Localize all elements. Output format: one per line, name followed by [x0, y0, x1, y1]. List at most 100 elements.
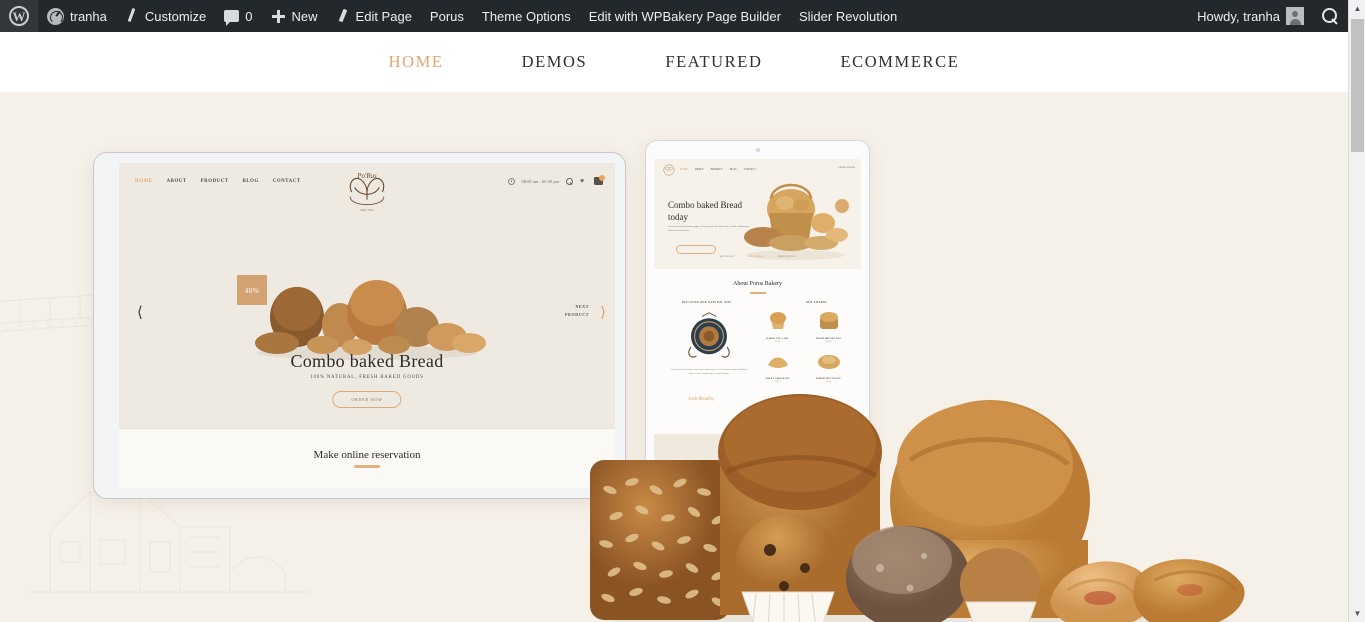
my-account-menu[interactable]: Howdy, tranha	[1188, 0, 1313, 32]
mockup-nav-about[interactable]: ABOUT	[167, 179, 187, 184]
mockup2-nav-blog[interactable]: BLOG	[730, 168, 737, 171]
bread-loaf-icon	[819, 312, 838, 329]
slider-next-label: NEXT PRODUCT	[565, 303, 589, 319]
next-label-line2: PRODUCT	[565, 312, 589, 317]
shopping-bag-icon[interactable]	[594, 175, 605, 185]
mockup-nav-blog[interactable]: BLOG	[243, 179, 259, 184]
customize-menu[interactable]: Customize	[116, 0, 215, 32]
scroll-up-arrow-icon[interactable]: ▲	[1349, 0, 1365, 17]
scroll-down-arrow-icon[interactable]: ▼	[1349, 605, 1365, 622]
discount-badge: 40%	[237, 275, 267, 305]
bread-assortment-image	[255, 280, 486, 360]
mockup-nav-contact[interactable]: CONTACT	[273, 179, 301, 184]
page-scrollbar[interactable]: ▲ ▼	[1348, 0, 1365, 622]
product-card[interactable]: BAKED CUP CAKE $12.00	[755, 309, 800, 343]
mockup2-order-online-link[interactable]: ORDER ONLINE	[838, 167, 855, 169]
camera-dot-icon	[755, 148, 760, 152]
scrollbar-thumb[interactable]	[1351, 19, 1364, 152]
seeded-loaf	[590, 460, 730, 620]
nav-item-featured[interactable]: FEATURED	[626, 52, 801, 72]
porus-pretzel-logo-icon: Po'Rus Since 1951	[349, 173, 385, 212]
nav-item-demos[interactable]: DEMOS	[483, 52, 627, 72]
mockup2-right-column-heading: OUR AWARDS	[805, 301, 827, 304]
hero-bread-assortment-photo	[590, 394, 1245, 622]
mockup2-tab-new-arrival[interactable]: NEW ARRIVAL	[748, 256, 764, 258]
avatar-image	[1286, 7, 1304, 25]
svg-text:Po'Rus: Po'Rus	[356, 173, 377, 180]
pencil-icon	[336, 8, 350, 24]
porus-label: Porus	[429, 8, 464, 24]
edit-page-label: Edit Page	[355, 8, 412, 24]
nav-item-ecommerce[interactable]: ECOMMERCE	[801, 52, 998, 72]
cupcake-icon	[769, 312, 786, 329]
mockup2-discount-badge	[835, 199, 849, 213]
page-content: HOME ABOUT PRODUCT BLOG CONTACT Po'Rus S…	[0, 92, 1348, 622]
wpbakery-label: Edit with WPBakery Page Builder	[588, 8, 781, 24]
mockup2-nav-contact[interactable]: CONTACT	[744, 168, 756, 171]
clock-icon	[507, 177, 515, 185]
site-name-menu[interactable]: tranha	[38, 0, 116, 32]
site-header: HOME DEMOS FEATURED ECOMMERCE	[0, 32, 1348, 92]
mockup-nav-home[interactable]: HOME	[135, 179, 153, 184]
mockup-nav-product[interactable]: PRODUCT	[201, 179, 229, 184]
customize-label: Customize	[144, 8, 207, 24]
mockup-reservation-section: Make online reservation	[119, 428, 615, 488]
pastry-group-right	[1050, 559, 1245, 622]
wpbakery-menu[interactable]: Edit with WPBakery Page Builder	[580, 0, 790, 32]
porus-logo-icon-secondary	[663, 164, 675, 176]
search-icon[interactable]	[566, 177, 573, 185]
theme-options-menu[interactable]: Theme Options	[473, 0, 580, 32]
mockup2-order-now-button[interactable]	[676, 245, 716, 254]
nav-item-home[interactable]: HOME	[350, 52, 483, 72]
ornament-divider	[354, 465, 380, 468]
mockup-reservation-title: Make online reservation	[313, 449, 421, 461]
mockup2-nav-about[interactable]: ABOUT	[695, 168, 704, 171]
mockup-hero-subtitle: 100% NATURAL, FRESH BAKED GOODS	[310, 375, 424, 380]
paintbrush-icon	[125, 8, 139, 24]
mockup2-navigation: HOME ABOUT PRODUCT BLOG CONTACT	[680, 168, 756, 171]
dashboard-gauge-icon	[47, 7, 64, 25]
tablet-screen: HOME ABOUT PRODUCT BLOG CONTACT Po'Rus S…	[119, 163, 615, 488]
porus-menu[interactable]: Porus	[421, 0, 473, 32]
theme-options-label: Theme Options	[481, 8, 571, 24]
svg-text:Since 1951: Since 1951	[360, 208, 374, 212]
site-name-label: tranha	[70, 8, 107, 24]
mockup-navigation: HOME ABOUT PRODUCT BLOG CONTACT	[135, 179, 301, 184]
small-muffin	[960, 548, 1040, 622]
main-navigation: HOME DEMOS FEATURED ECOMMERCE	[350, 52, 999, 72]
product-card[interactable]: FRESH BREAD LOAF $18.00	[806, 309, 851, 343]
mockup2-tabs: BEST SELLER NEW ARRIVAL MOST POPULAR	[720, 256, 796, 258]
mockup-header-utilities: 08:00 am - 06:30 pm ♥	[507, 175, 605, 185]
heart-icon[interactable]: ♥	[580, 177, 587, 185]
slider-prev-arrow[interactable]: ⟨	[137, 303, 143, 321]
mockup-hero-title: Combo baked Bread	[290, 351, 444, 371]
admin-search-button[interactable]	[1313, 0, 1348, 32]
slider-next-arrow[interactable]: ⟩	[600, 303, 606, 321]
new-content-menu[interactable]: New	[262, 0, 327, 32]
mockup2-nav-home[interactable]: HOME	[680, 168, 688, 171]
comments-menu[interactable]: 0	[215, 0, 261, 32]
mockup2-ornament-divider	[749, 292, 766, 294]
bread-basket-image	[744, 183, 848, 260]
mockup2-tab-best-seller[interactable]: BEST SELLER	[720, 256, 735, 258]
slider-revolution-menu[interactable]: Slider Revolution	[790, 0, 906, 32]
next-label-line1: NEXT	[575, 304, 589, 309]
admin-bar-right: Howdy, tranha	[1188, 0, 1348, 32]
raisin-muffin	[736, 514, 840, 622]
tablet-device-mockup: HOME ABOUT PRODUCT BLOG CONTACT Po'Rus S…	[93, 152, 626, 499]
mockup2-order-online-label: ORDER ONLINE	[838, 167, 855, 169]
edit-page-menu[interactable]: Edit Page	[327, 0, 421, 32]
mockup2-left-column-heading: DISCOVER OUR NATURAL WAY	[682, 301, 732, 304]
plus-icon	[271, 9, 286, 24]
comment-count-label: 0	[245, 8, 253, 24]
discount-badge-label: 40%	[244, 285, 260, 295]
mockup-order-now-button[interactable]: ORDER NOW	[332, 391, 402, 408]
wordpress-logo-icon: W	[9, 6, 29, 26]
slider-revolution-label: Slider Revolution	[798, 8, 898, 24]
howdy-label: Howdy, tranha	[1197, 8, 1280, 24]
wp-logo-menu[interactable]: W	[0, 0, 38, 32]
mockup2-section-title: About Porus Bakery	[733, 281, 782, 287]
avatar	[1286, 7, 1304, 25]
mockup2-nav-product[interactable]: PRODUCT	[711, 168, 723, 171]
mockup2-tab-most-popular[interactable]: MOST POPULAR	[778, 256, 795, 258]
